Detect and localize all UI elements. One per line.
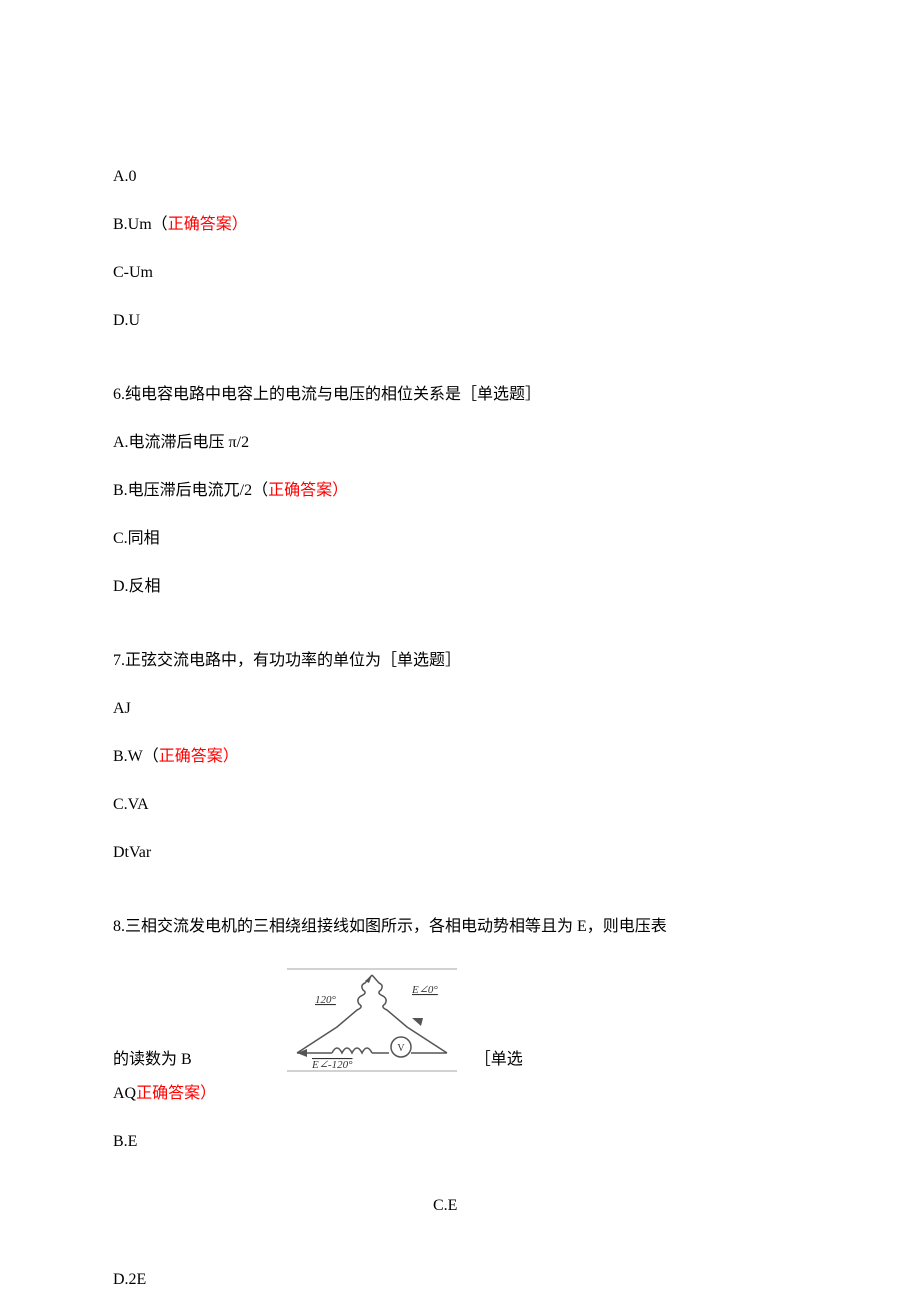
q5-option-c-text: C-Um: [113, 264, 153, 281]
q5-option-b-prefix: B.Um（: [113, 216, 168, 233]
three-phase-delta-figure: V 120° E∠0° E∠-120°: [277, 963, 467, 1078]
q8-stem-suffix-after: ［单选: [475, 1048, 523, 1078]
q8-option-d: D.2E: [113, 1268, 807, 1292]
q8-option-c: C.E: [433, 1194, 807, 1218]
q6-stem-text: 6.纯电容电路中电容上的电流与电压的相位关系是［单选题］: [113, 386, 541, 403]
fig-left-label: 120°: [315, 994, 337, 1006]
q6-option-c-text: C.同相: [113, 530, 160, 547]
q5-option-b: B.Um（正确答案）: [113, 213, 807, 237]
q7-stem-text: 7.正弦交流电路中，有功功率的单位为［单选题］: [113, 652, 461, 669]
q8-stem: 8.三相交流发电机的三相绕组接线如图所示，各相电动势相等且为 E，则电压表: [113, 915, 807, 939]
q7-option-a-text: AJ: [113, 700, 131, 717]
q8-option-a: AQ正确答案）: [113, 1082, 807, 1106]
q8-stem-text: 8.三相交流发电机的三相绕组接线如图所示，各相电动势相等且为 E，则电压表: [113, 918, 667, 935]
q8-option-d-text: D.2E: [113, 1271, 146, 1288]
q7-stem: 7.正弦交流电路中，有功功率的单位为［单选题］: [113, 649, 807, 673]
correct-answer-label: 正确答案）: [159, 748, 239, 765]
q7-option-a: AJ: [113, 697, 807, 721]
q7-option-c: C.VA: [113, 793, 807, 817]
q7-option-d: DtVar: [113, 841, 807, 865]
fig-bottom-label: E∠-120°: [311, 1059, 353, 1071]
q5-option-a: A.0: [113, 165, 807, 189]
q6-option-c: C.同相: [113, 527, 807, 551]
q6-option-d: D.反相: [113, 575, 807, 599]
q7-option-d-text: DtVar: [113, 844, 151, 861]
q5-option-d: D.U: [113, 309, 807, 333]
q8-option-b: B.E: [113, 1130, 807, 1154]
fig-right-label: E∠0°: [411, 984, 438, 996]
correct-answer-label: 正确答案）: [136, 1085, 216, 1102]
correct-answer-label: 正确答案）: [168, 216, 248, 233]
voltmeter-label: V: [397, 1043, 405, 1054]
q7-option-c-text: C.VA: [113, 796, 149, 813]
q6-option-a-text: A.电流滞后电压 π/2: [113, 434, 249, 451]
q8-figure-row: 的读数为 B V 120: [113, 963, 807, 1078]
q8-option-a-prefix: AQ: [113, 1085, 136, 1102]
correct-answer-label: 正确答案）: [268, 482, 348, 499]
q6-stem: 6.纯电容电路中电容上的电流与电压的相位关系是［单选题］: [113, 383, 807, 407]
q6-option-a: A.电流滞后电压 π/2: [113, 431, 807, 455]
q5-option-c: C-Um: [113, 261, 807, 285]
q5-option-a-text: A.0: [113, 168, 137, 185]
q7-option-b: B.W（正确答案）: [113, 745, 807, 769]
q8-option-b-text: B.E: [113, 1133, 137, 1150]
q7-option-b-prefix: B.W（: [113, 748, 159, 765]
q6-option-b: B.电压滞后电流兀/2（正确答案）: [113, 479, 807, 503]
q6-option-b-prefix: B.电压滞后电流兀/2（: [113, 482, 268, 499]
q8-stem-suffix-prefix: 的读数为 B: [113, 1048, 192, 1078]
q8-option-c-text: C.E: [433, 1197, 457, 1214]
delta-circuit-svg: V 120° E∠0° E∠-120°: [277, 963, 467, 1078]
q5-option-d-text: D.U: [113, 312, 140, 329]
q6-option-d-text: D.反相: [113, 578, 161, 595]
